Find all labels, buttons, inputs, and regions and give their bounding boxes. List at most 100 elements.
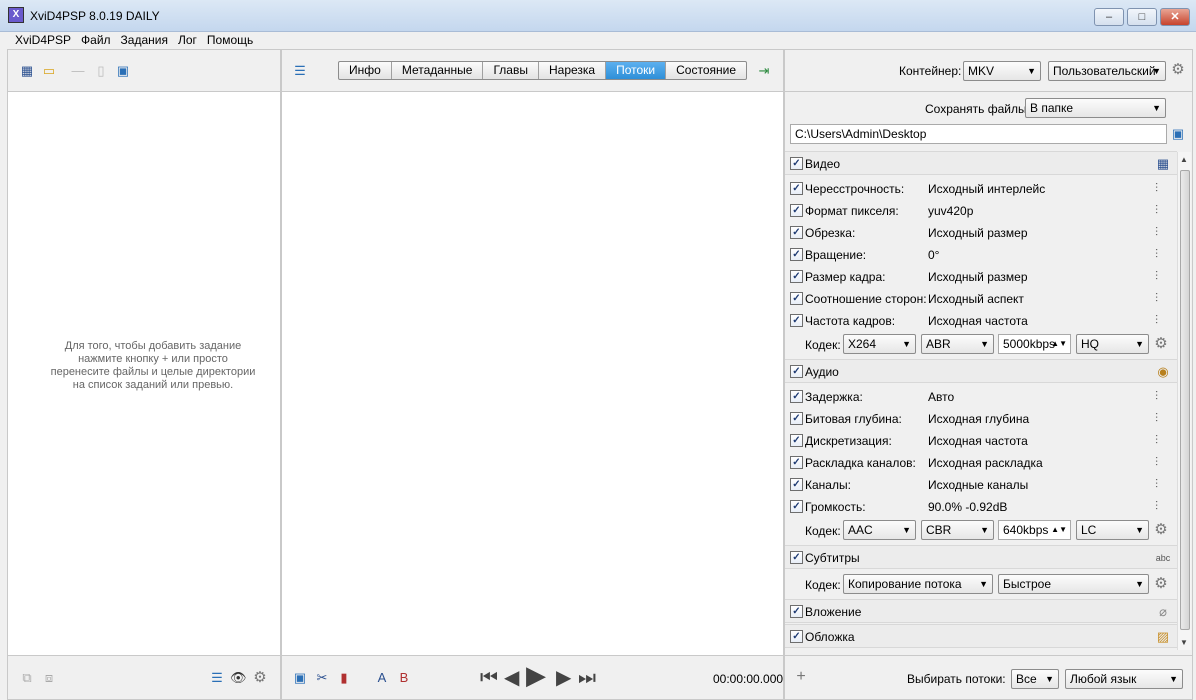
frame-cut-icon[interactable]: ✂ [314,670,330,686]
adjust-icon[interactable]: ⫶ [1155,433,1158,448]
maximize-button[interactable]: □ [1127,8,1157,26]
subtitles-speed-select[interactable]: Быстрое ▼ [998,574,1149,594]
video-row-checkbox[interactable]: ✓ [790,248,803,261]
preset-gear-icon[interactable]: ⚙ [1170,62,1186,78]
menu-log[interactable]: Лог [173,32,202,49]
audio-bitrate-field[interactable]: 640kbps ▲▼ [998,520,1071,540]
menu-tasks[interactable]: Задания [116,32,173,49]
subtitles-codec-select[interactable]: Копирование потока ▼ [843,574,993,594]
adjust-icon[interactable]: ⫶ [1155,499,1158,514]
adjust-icon[interactable]: ⫶ [1155,455,1158,470]
adjust-icon[interactable]: ⫶ [1155,181,1158,196]
video-codec-select[interactable]: X264 ▼ [843,334,916,354]
audio-mode-select[interactable]: CBR ▼ [921,520,994,540]
adjust-icon[interactable]: ⫶ [1155,225,1158,240]
audio-checkbox[interactable]: ✓ [790,365,803,378]
menu-file[interactable]: Файл [76,32,116,49]
tab-chapters[interactable]: Главы [483,62,539,79]
select-streams-select[interactable]: Все ▼ [1011,669,1059,689]
container-select[interactable]: MKV ▼ [963,61,1041,81]
add-stream-icon[interactable]: + [793,669,809,685]
menu-xvid4psp[interactable]: XviD4PSP [10,32,76,49]
remove-icon[interactable]: — [70,63,86,79]
tab-info[interactable]: Инфо [339,62,392,79]
preview-pane[interactable]: ☰ Инфо Метаданные Главы Нарезка Потоки С… [281,49,784,700]
save-icon[interactable]: ▣ [115,63,131,79]
scroll-thumb[interactable] [1180,170,1190,630]
adjust-icon[interactable]: ⫶ [1155,411,1158,426]
audio-row-checkbox[interactable]: ✓ [790,412,803,425]
video-row: ✓ Размер кадра: Исходный размер ⫶ [785,266,1177,288]
tab-metadata[interactable]: Метаданные [392,62,484,79]
eye-icon[interactable]: 👁 [230,670,247,686]
delete-icon[interactable]: ▯ [93,63,109,79]
subtitles-gear-icon[interactable]: ⚙ [1153,576,1169,592]
video-codec-gear-icon[interactable]: ⚙ [1153,336,1169,352]
video-row-checkbox[interactable]: ✓ [790,182,803,195]
prev-frame-icon[interactable]: ◀ [504,668,519,688]
minimize-button[interactable]: – [1094,8,1124,26]
tab-trim[interactable]: Нарезка [539,62,607,79]
open-video-icon[interactable]: ▦ [19,63,35,79]
audio-row-checkbox[interactable]: ✓ [790,456,803,469]
audio-profile-select[interactable]: LC ▼ [1076,520,1149,540]
rewind-icon[interactable]: ⏮ [480,668,498,688]
menu-help[interactable]: Помощь [202,32,258,49]
list-icon[interactable]: ☰ [209,670,225,686]
mark-b-icon[interactable]: B [396,670,412,686]
video-row-checkbox[interactable]: ✓ [790,314,803,327]
cover-checkbox[interactable]: ✓ [790,630,803,643]
settings-scrollbar[interactable]: ▲ ▼ [1177,152,1191,650]
next-frame-icon[interactable]: ▶ [556,668,571,688]
tab-streams[interactable]: Потоки [606,62,667,79]
audio-codec-select[interactable]: AAC ▼ [843,520,916,540]
video-checkbox[interactable]: ✓ [790,157,803,170]
subtitles-checkbox[interactable]: ✓ [790,551,803,564]
task-batch-icon[interactable]: ⧈ [41,670,57,686]
panel-toggle-icon[interactable]: ⇥ [756,63,772,79]
open-folder-icon[interactable]: ▭ [41,63,57,79]
language-select[interactable]: Любой язык ▼ [1065,669,1183,689]
close-button[interactable]: ✕ [1160,8,1190,26]
info-list-icon[interactable]: ☰ [292,63,308,79]
browse-save-icon[interactable]: ▣ [1170,126,1186,142]
video-row-checkbox[interactable]: ✓ [790,270,803,283]
audio-row-name: Битовая глубина: [805,412,902,426]
scroll-up-icon[interactable]: ▲ [1180,155,1188,164]
video-bitrate-field[interactable]: 5000kbps ▲▼ [998,334,1071,354]
scroll-down-icon[interactable]: ▼ [1180,638,1188,647]
audio-row-checkbox[interactable]: ✓ [790,434,803,447]
screenshot-icon[interactable]: ▣ [292,670,308,686]
video-mode-select[interactable]: ABR ▼ [921,334,994,354]
video-section-title: Видео [805,157,841,171]
preset-select[interactable]: Пользовательский ▼ [1048,61,1166,81]
gear-icon[interactable]: ⚙ [252,670,268,686]
adjust-icon[interactable]: ⫶ [1155,247,1158,262]
adjust-icon[interactable]: ⫶ [1155,203,1158,218]
mark-a-icon[interactable]: A [374,670,390,686]
adjust-icon[interactable]: ⫶ [1155,269,1158,284]
video-row-checkbox[interactable]: ✓ [790,226,803,239]
play-icon[interactable]: ▶ [526,662,546,688]
video-preset-select[interactable]: HQ ▼ [1076,334,1149,354]
video-row-checkbox[interactable]: ✓ [790,204,803,217]
adjust-icon[interactable]: ⫶ [1155,291,1158,306]
audio-codec-gear-icon[interactable]: ⚙ [1153,522,1169,538]
fast-forward-icon[interactable]: ⏭ [578,668,596,688]
task-list-pane[interactable]: ▦ ▭ — ▯ ▣ Для того, чтобы добавить задан… [7,49,281,700]
video-row-checkbox[interactable]: ✓ [790,292,803,305]
audio-row-checkbox[interactable]: ✓ [790,478,803,491]
tab-status[interactable]: Состояние [666,62,746,79]
audio-row-value: Исходная раскладка [928,456,1043,470]
adjust-icon[interactable]: ⫶ [1155,313,1158,328]
adjust-icon[interactable]: ⫶ [1155,477,1158,492]
audio-row-checkbox[interactable]: ✓ [790,500,803,513]
bookmark-icon[interactable]: ▮ [336,670,352,686]
task-copy-icon[interactable]: ⧉ [19,670,35,686]
attachment-checkbox[interactable]: ✓ [790,605,803,618]
video-section-header: ✓ Видео ▦ [785,151,1177,175]
save-mode-select[interactable]: В папке ▼ [1025,98,1166,118]
audio-row-checkbox[interactable]: ✓ [790,390,803,403]
output-path-field[interactable]: C:\Users\Admin\Desktop [790,124,1167,144]
adjust-icon[interactable]: ⫶ [1155,389,1158,404]
